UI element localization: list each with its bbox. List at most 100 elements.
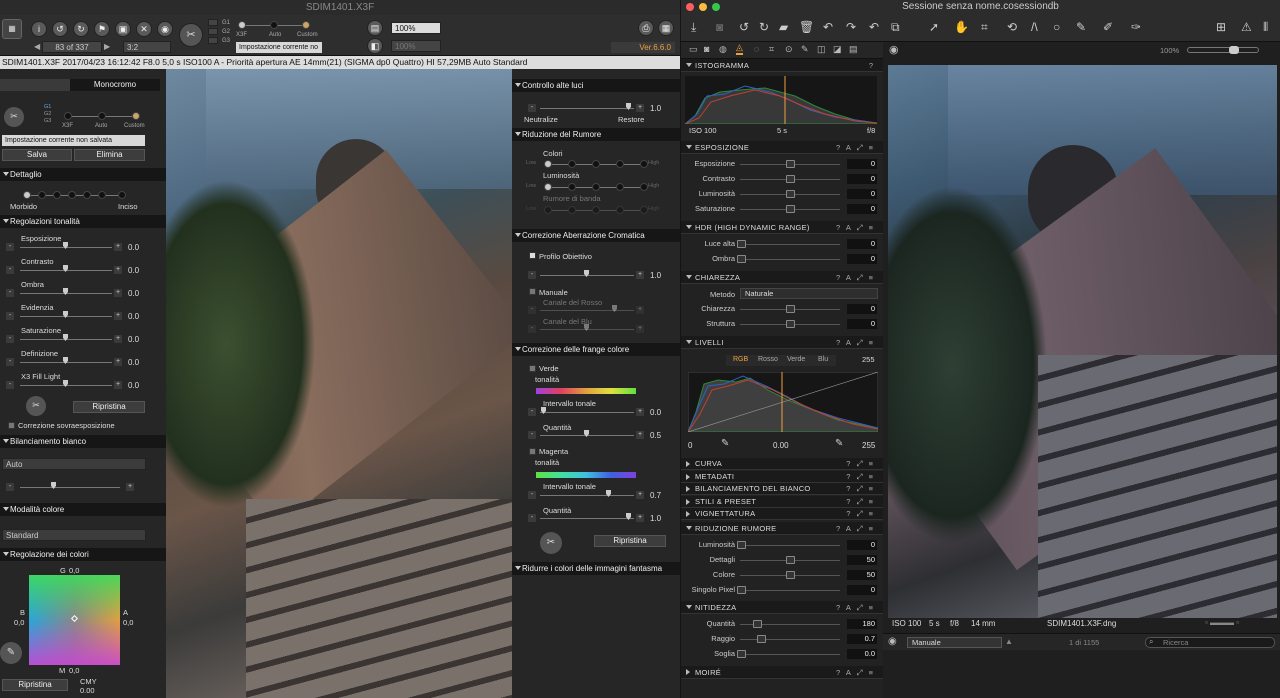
print-button[interactable]: ⎙ xyxy=(638,20,654,36)
pan-tool-icon[interactable]: ✋ xyxy=(954,19,969,35)
mono-tab[interactable]: Monocromo xyxy=(70,79,160,91)
c1-slider-value[interactable]: 50 xyxy=(847,555,877,565)
redo-icon[interactable]: ↷ xyxy=(846,19,856,35)
workspace-icon[interactable]: ⊞ xyxy=(1216,19,1226,35)
fringe-magenta-qty-plus[interactable]: + xyxy=(636,514,644,522)
c1-slider-value[interactable]: 0.7 xyxy=(847,634,877,644)
fringe-green-range-plus[interactable]: + xyxy=(636,408,644,416)
delete-preset-button[interactable]: Elimina xyxy=(74,149,145,161)
tonal-minus-button[interactable]: - xyxy=(6,243,14,251)
browser-eye-icon[interactable]: ◉ xyxy=(888,636,897,647)
c1-slider-knob[interactable] xyxy=(786,305,795,313)
mode-custom-dot[interactable] xyxy=(302,21,310,29)
c1-slider-value[interactable]: 0.0 xyxy=(847,649,877,659)
capture-icon[interactable]: ◙ xyxy=(716,19,723,35)
detail-dot-2[interactable] xyxy=(38,191,46,199)
tonal-plus-button[interactable]: + xyxy=(114,289,122,297)
capture-tab-icon[interactable]: ◙ xyxy=(704,44,709,54)
ca-red-plus[interactable]: + xyxy=(636,306,644,314)
moire-header[interactable]: MOIRÉ? A ⤢ ≡ xyxy=(681,666,883,679)
eyedropper-icon[interactable]: ✎ xyxy=(0,642,22,664)
library-tab-icon[interactable]: ▭ xyxy=(689,44,698,55)
detail-dot-1[interactable] xyxy=(23,191,31,199)
fringe-restore-button[interactable]: Ripristina xyxy=(594,535,666,547)
collapsed-section-header[interactable]: METADATI ? ⤢ ≡ xyxy=(681,470,883,483)
sharpening-header[interactable]: NITIDEZZA? A ⤢ ≡ xyxy=(681,601,883,614)
c1-slider-knob[interactable] xyxy=(786,571,795,579)
highlight-minus-button[interactable]: - xyxy=(528,104,536,112)
detail-dot-6[interactable] xyxy=(98,191,106,199)
compare-button[interactable]: ◧ xyxy=(367,38,383,54)
c1-slider-knob[interactable] xyxy=(737,586,746,594)
c1-slider-value[interactable]: 0 xyxy=(847,319,877,329)
details-tab-icon[interactable]: ⊙ xyxy=(785,44,793,55)
tonal-minus-button[interactable]: - xyxy=(6,358,14,366)
ca-manual-checkbox[interactable] xyxy=(529,288,536,295)
color-mode-select[interactable]: Standard xyxy=(2,529,146,541)
noise-dot[interactable] xyxy=(544,206,552,214)
noise-dot[interactable] xyxy=(544,183,552,191)
auto-adjust-icon[interactable]: ✂ xyxy=(26,396,46,416)
composition-tab-icon[interactable]: ⌗ xyxy=(769,44,774,55)
color-adjust-section-header[interactable]: Regolazione dei colori xyxy=(0,548,166,561)
levels-tab-green[interactable]: Verde xyxy=(787,356,805,363)
rotate-right-button[interactable]: ↻ xyxy=(73,21,89,37)
rotate-left-icon[interactable]: ↺ xyxy=(739,19,749,35)
color-tab[interactable] xyxy=(0,79,70,91)
c1-slider-value[interactable]: 0 xyxy=(847,204,877,214)
fringe-green-gradient[interactable] xyxy=(536,388,636,394)
levels-tab-blue[interactable]: Blu xyxy=(818,356,828,363)
fringe-green-checkbox[interactable] xyxy=(529,365,536,372)
noise-dot[interactable] xyxy=(568,206,576,214)
noise-dot[interactable] xyxy=(640,206,648,214)
save-button[interactable]: ▣ xyxy=(115,21,131,37)
keystone-tool-icon[interactable]: /\ xyxy=(1031,19,1038,35)
overexposure-checkbox[interactable] xyxy=(8,422,15,429)
picker-tool-icon[interactable]: ✐ xyxy=(1103,19,1113,35)
tonal-plus-button[interactable]: + xyxy=(114,358,122,366)
exposure-warning-icon[interactable]: ⚠ xyxy=(1241,19,1252,35)
collection-select[interactable]: Manuale xyxy=(907,637,1002,648)
c1-slider-knob[interactable] xyxy=(757,635,766,643)
detail-dot-5[interactable] xyxy=(83,191,91,199)
highlight-plus-button[interactable]: + xyxy=(636,104,644,112)
preset-select[interactable]: Impostazione corrente non salvata xyxy=(2,135,145,146)
tonal-minus-button[interactable]: - xyxy=(6,335,14,343)
c1-slider-value[interactable]: 180 xyxy=(847,619,877,629)
detail-dot-7[interactable] xyxy=(118,191,126,199)
fringe-section-header[interactable]: Correzione delle frange colore xyxy=(512,343,680,356)
c1-slider-knob[interactable] xyxy=(786,160,795,168)
noise-color-slider[interactable]: Low High xyxy=(526,159,660,169)
levels-tab-rgb[interactable]: RGB xyxy=(733,356,748,363)
brush-tool-icon[interactable]: ✎ xyxy=(1076,19,1086,35)
trash-icon[interactable]: 🗑 xyxy=(799,19,814,35)
annotation-tool-icon[interactable]: ✑ xyxy=(1131,19,1141,35)
preset-current[interactable]: Impostazione corrente no xyxy=(236,42,322,53)
fringe-green-qty-plus[interactable]: + xyxy=(636,431,644,439)
reset-icon[interactable]: ↶ xyxy=(869,19,879,35)
close-window-button[interactable] xyxy=(686,3,694,11)
ca-blue-plus[interactable]: + xyxy=(636,325,644,333)
collapsed-section-header[interactable]: CURVA ? ⤢ ≡ xyxy=(681,458,883,470)
viewer-footer-icons[interactable]: ▫ ▬▬▬ ▫ xyxy=(1205,618,1239,627)
zoom-select-secondary[interactable]: 100% xyxy=(391,40,441,52)
tonal-plus-button[interactable]: + xyxy=(114,381,122,389)
mode-auto-dot[interactable] xyxy=(270,21,278,29)
output-tab-icon[interactable]: ▤ xyxy=(849,44,858,55)
spot-tool-icon[interactable]: ○ xyxy=(1053,19,1060,35)
ruler-icon[interactable]: ⦀ xyxy=(1263,19,1268,35)
ca-blue-minus[interactable]: - xyxy=(528,325,536,333)
fringe-magenta-gradient[interactable] xyxy=(536,472,636,478)
c1-slider-value[interactable]: 0 xyxy=(847,174,877,184)
noise-banding-slider[interactable]: Low High xyxy=(526,205,660,215)
color-mode-section-header[interactable]: Modalità colore xyxy=(0,503,166,516)
fringe-magenta-qty-minus[interactable]: - xyxy=(528,514,536,522)
next-arrow-icon[interactable]: ▶ xyxy=(104,42,110,51)
delete-button[interactable]: ✕ xyxy=(136,21,152,37)
noise-dot[interactable] xyxy=(592,183,600,191)
info-button[interactable]: i xyxy=(31,21,47,37)
tonal-minus-button[interactable]: - xyxy=(6,266,14,274)
tonal-minus-button[interactable]: - xyxy=(6,312,14,320)
clarity-method-select[interactable]: Naturale xyxy=(740,288,878,299)
c1-slider-knob[interactable] xyxy=(786,320,795,328)
